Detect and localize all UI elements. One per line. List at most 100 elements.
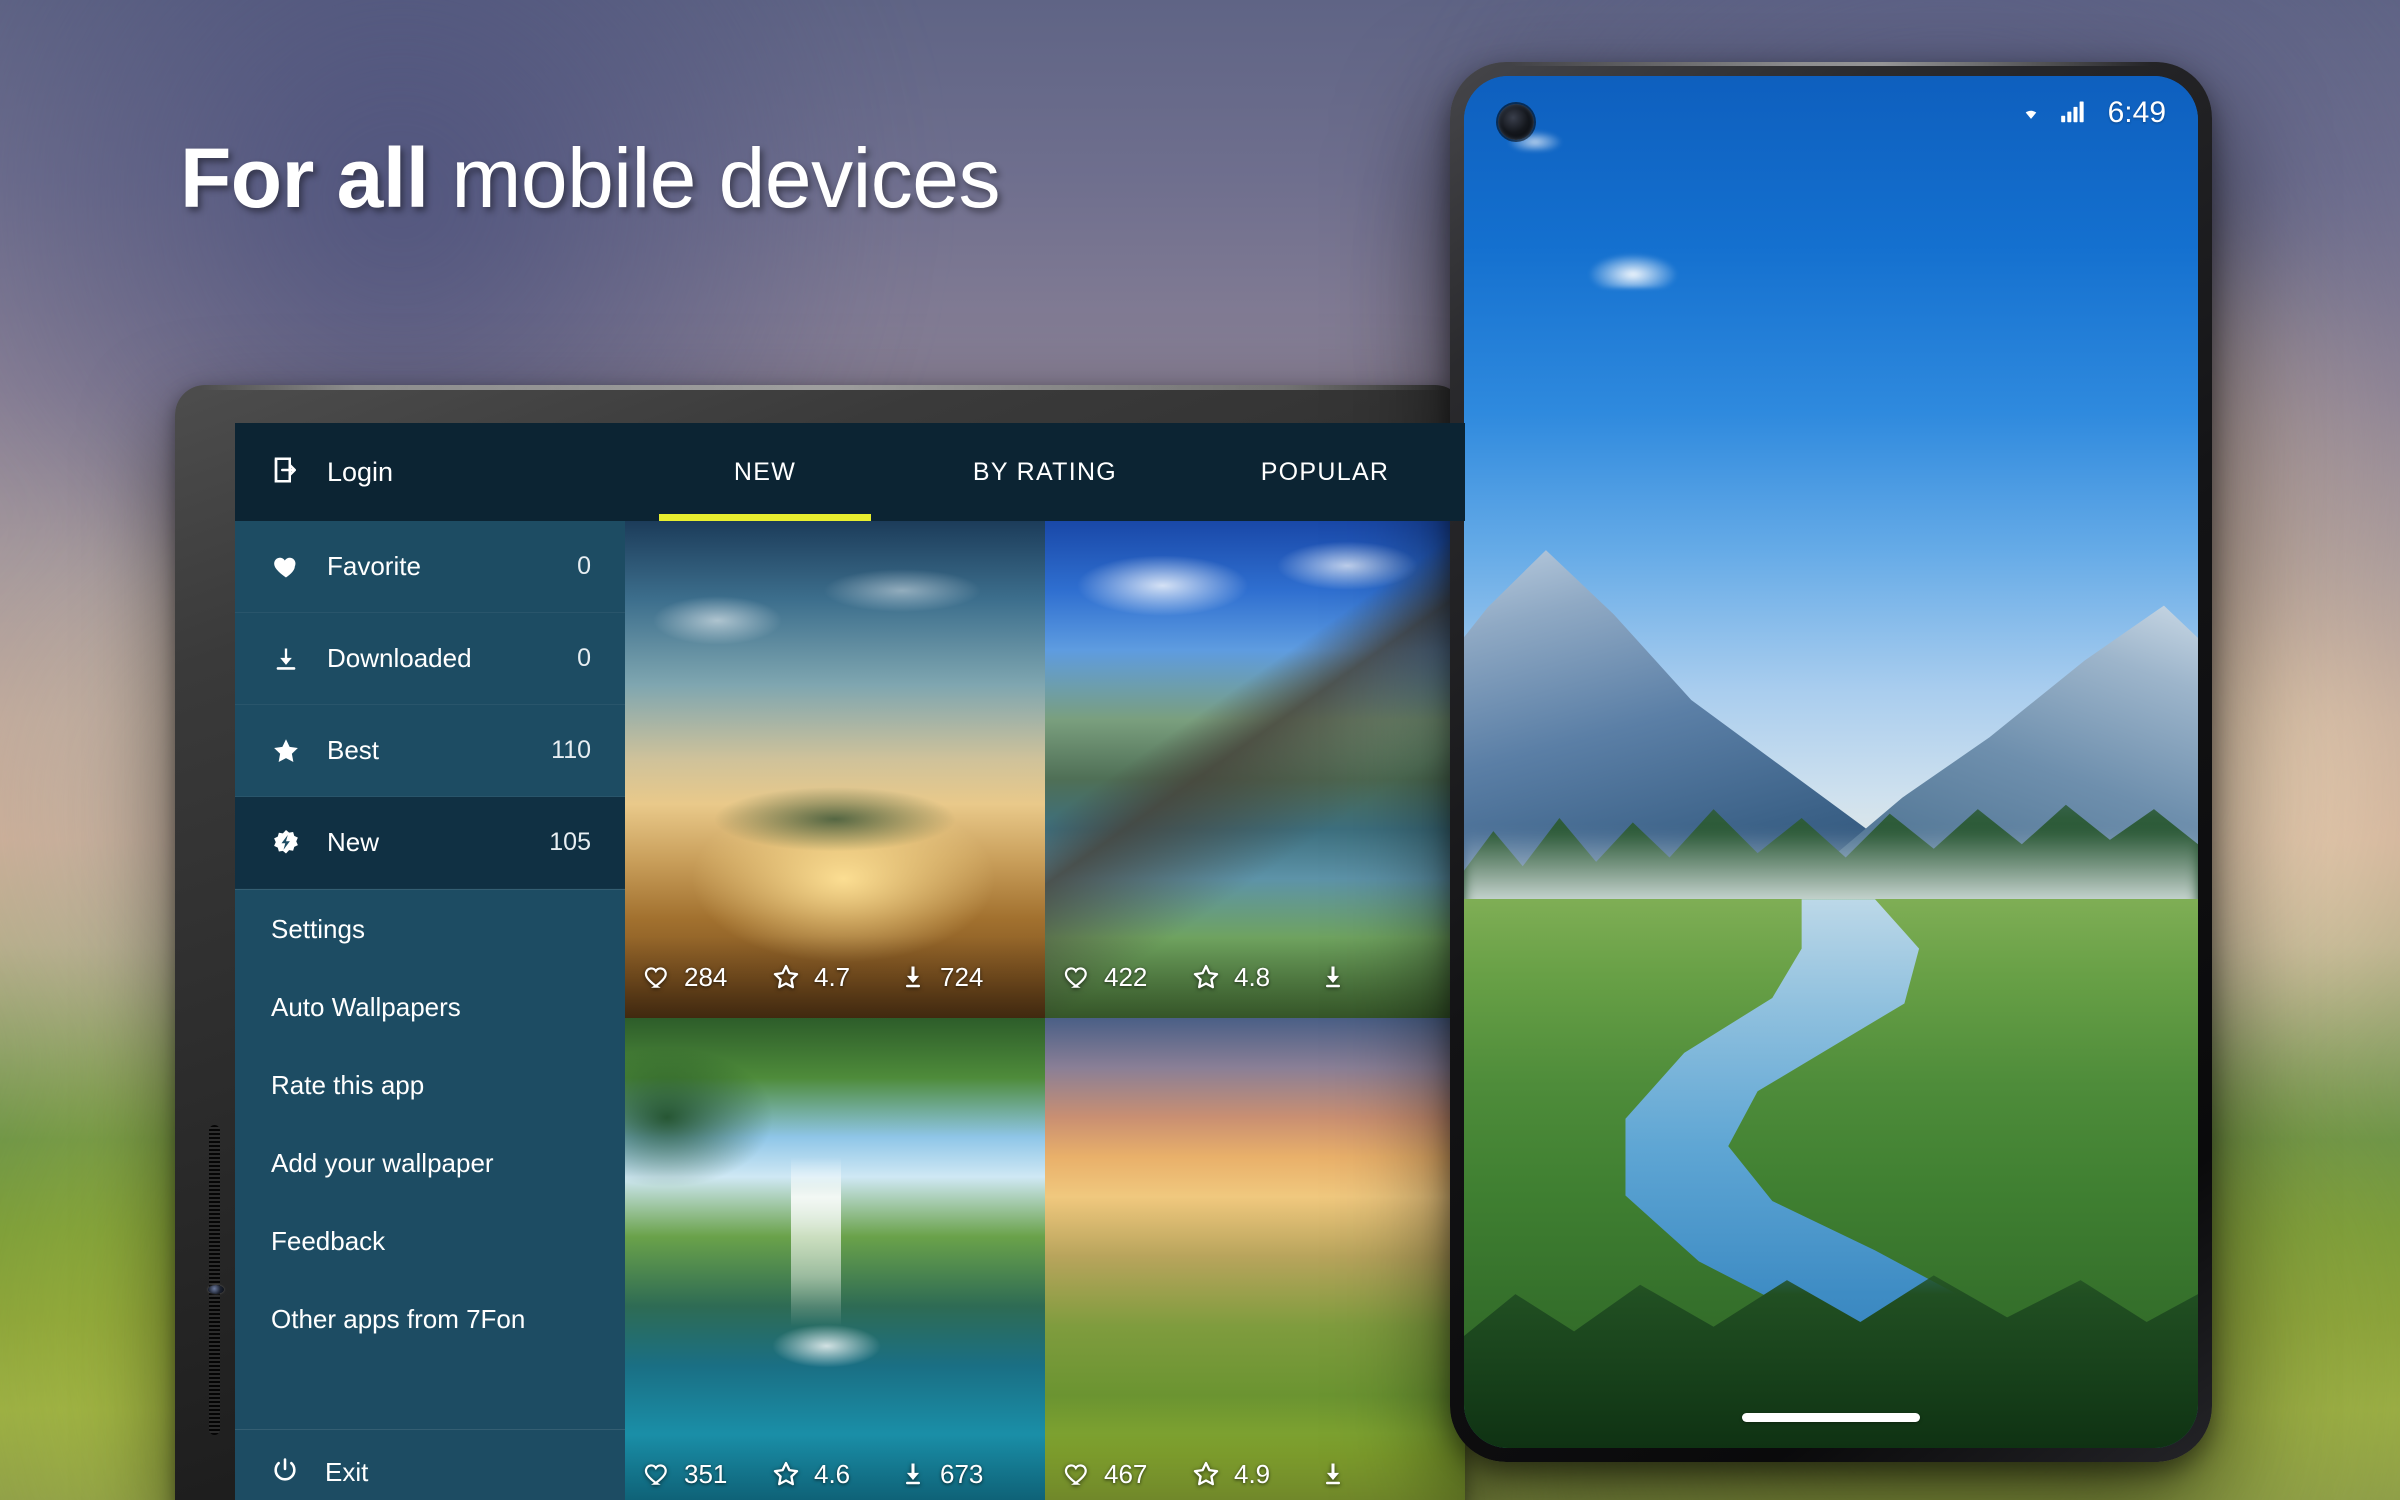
wifi-icon — [2016, 99, 2046, 128]
star-outline-icon — [773, 1461, 799, 1486]
sidebar-item-label: Add your wallpaper — [271, 1147, 494, 1178]
tab-by-rating[interactable]: BY RATING — [905, 423, 1185, 521]
rating-stat: 4.6 — [771, 1459, 899, 1490]
heart-outline-icon — [1064, 967, 1087, 988]
rating-stat: 4.7 — [771, 962, 899, 993]
phone-screen: 6:49 — [1464, 76, 2198, 1448]
rating-value: 4.9 — [1234, 1458, 1271, 1489]
heart-outline-icon — [1064, 1464, 1087, 1485]
download-icon — [906, 966, 920, 988]
tablet-speaker-grille — [209, 1125, 220, 1435]
rating-value: 4.7 — [814, 961, 851, 992]
login-button[interactable]: Login — [235, 423, 625, 521]
star-outline-icon — [1193, 1461, 1219, 1486]
sidebar-item-label: Best — [327, 735, 380, 765]
sidebar-item-new[interactable]: New 105 — [235, 797, 625, 889]
downloads-value: 673 — [940, 1458, 984, 1489]
tablet-bezel-highlight — [175, 385, 1465, 390]
heart-outline-icon — [644, 967, 667, 988]
sidebar-item-count: 0 — [577, 644, 591, 672]
wallpaper-stats: 284 4.7 724 — [625, 936, 1045, 1018]
wallpaper-stats: 467 4.9 — [1045, 1433, 1465, 1500]
rating-value: 4.8 — [1234, 961, 1271, 992]
rating-value: 4.6 — [814, 1458, 851, 1489]
sidebar-item-rate-this-app[interactable]: Rate this app — [235, 1046, 625, 1124]
sidebar-item-auto-wallpapers[interactable]: Auto Wallpapers — [235, 968, 625, 1046]
downloads-value: 724 — [940, 961, 984, 992]
heart-icon — [271, 552, 301, 582]
sidebar-item-count: 110 — [551, 736, 591, 764]
tab-popular-label: POPULAR — [1260, 457, 1390, 486]
phone-device: 6:49 — [1450, 62, 2212, 1462]
drawer-spacer — [235, 1358, 625, 1429]
promo-scene: For all mobile devices Login NEW BY RATI… — [0, 0, 2400, 1500]
rating-stat: 4.8 — [1191, 962, 1319, 993]
wallpaper-card[interactable]: 284 4.7 724 — [625, 521, 1045, 1018]
app-bar: Login NEW BY RATING POPULAR — [235, 423, 1465, 521]
sidebar-item-add-your-wallpaper[interactable]: Add your wallpaper — [235, 1124, 625, 1202]
screen-body: Favorite 0 Downloaded 0 Best 110 New 105… — [235, 521, 1465, 1500]
download-icon — [1326, 966, 1340, 988]
page-title: For all mobile devices — [180, 136, 1000, 220]
likes-value: 422 — [1104, 961, 1148, 992]
rating-stat: 4.9 — [1191, 1459, 1319, 1490]
sidebar-item-label: Downloaded — [327, 643, 472, 673]
likes-value: 467 — [1104, 1458, 1148, 1489]
download-icon — [1326, 1463, 1340, 1485]
likes-stat: 467 — [1063, 1459, 1191, 1490]
tablet-device: Login NEW BY RATING POPULAR Favorite 0 D… — [175, 385, 1465, 1500]
wallpaper-thumbnail — [625, 1018, 1045, 1500]
tablet-front-camera-icon — [208, 1285, 224, 1294]
tab-by-rating-label: BY RATING — [972, 457, 1118, 486]
wallpaper-card[interactable]: 351 4.6 673 — [625, 1018, 1045, 1500]
sidebar-item-label: Other apps from 7Fon — [271, 1303, 526, 1334]
sidebar-item-label: Feedback — [271, 1225, 386, 1256]
phone-bezel-highlight — [1510, 62, 2152, 66]
wallpaper-card[interactable]: 422 4.8 — [1045, 521, 1465, 1018]
likes-value: 284 — [684, 961, 728, 992]
tab-new-label: NEW — [733, 457, 797, 486]
star-outline-icon — [773, 964, 799, 989]
sidebar-item-label: Rate this app — [271, 1069, 425, 1100]
wallpaper-cloud — [1588, 254, 1677, 289]
sidebar-item-feedback[interactable]: Feedback — [235, 1202, 625, 1280]
headline-bold: For all — [180, 131, 429, 225]
download-icon — [271, 644, 301, 674]
sidebar-item-settings[interactable]: Settings — [235, 890, 625, 968]
likes-stat: 422 — [1063, 962, 1191, 993]
wallpaper-card[interactable]: 467 4.9 — [1045, 1018, 1465, 1500]
sidebar-item-label: New — [327, 827, 380, 857]
sidebar-item-downloaded[interactable]: Downloaded 0 — [235, 613, 625, 705]
heart-outline-icon — [644, 1464, 667, 1485]
likes-stat: 284 — [643, 962, 771, 993]
sidebar-item-other-apps[interactable]: Other apps from 7Fon — [235, 1280, 625, 1358]
phone-status-bar: 6:49 — [1464, 76, 2198, 150]
login-arrow-icon — [271, 455, 301, 490]
sidebar-item-count: 105 — [549, 828, 591, 856]
sidebar-item-label: Favorite — [327, 551, 421, 581]
tab-popular[interactable]: POPULAR — [1185, 423, 1465, 521]
login-label: Login — [327, 456, 394, 487]
home-indicator-bar[interactable] — [1742, 1413, 1920, 1422]
star-icon — [271, 736, 301, 766]
wallpaper-grid: 284 4.7 724 422 4.8 351 4.6 673 467 4.9 — [625, 521, 1465, 1500]
downloads-stat — [1319, 1460, 1447, 1488]
new-badge-icon — [271, 828, 301, 858]
downloads-stat: 724 — [899, 962, 1027, 993]
sidebar-item-count: 0 — [577, 552, 591, 580]
tablet-screen: Login NEW BY RATING POPULAR Favorite 0 D… — [235, 423, 1465, 1500]
status-clock: 6:49 — [2107, 96, 2166, 129]
downloads-stat: 673 — [899, 1459, 1027, 1490]
sidebar-item-label: Exit — [325, 1457, 369, 1487]
star-outline-icon — [1193, 964, 1219, 989]
downloads-stat — [1319, 963, 1447, 991]
sidebar-item-favorite[interactable]: Favorite 0 — [235, 521, 625, 613]
sidebar-item-label: Settings — [271, 913, 365, 944]
headline-light: mobile devices — [428, 131, 1000, 225]
download-icon — [906, 1463, 920, 1485]
likes-value: 351 — [684, 1458, 728, 1489]
tab-new[interactable]: NEW — [625, 423, 905, 521]
wallpaper-stats: 422 4.8 — [1045, 936, 1465, 1018]
sidebar-item-exit[interactable]: Exit — [235, 1429, 625, 1500]
sidebar-item-best[interactable]: Best 110 — [235, 705, 625, 797]
